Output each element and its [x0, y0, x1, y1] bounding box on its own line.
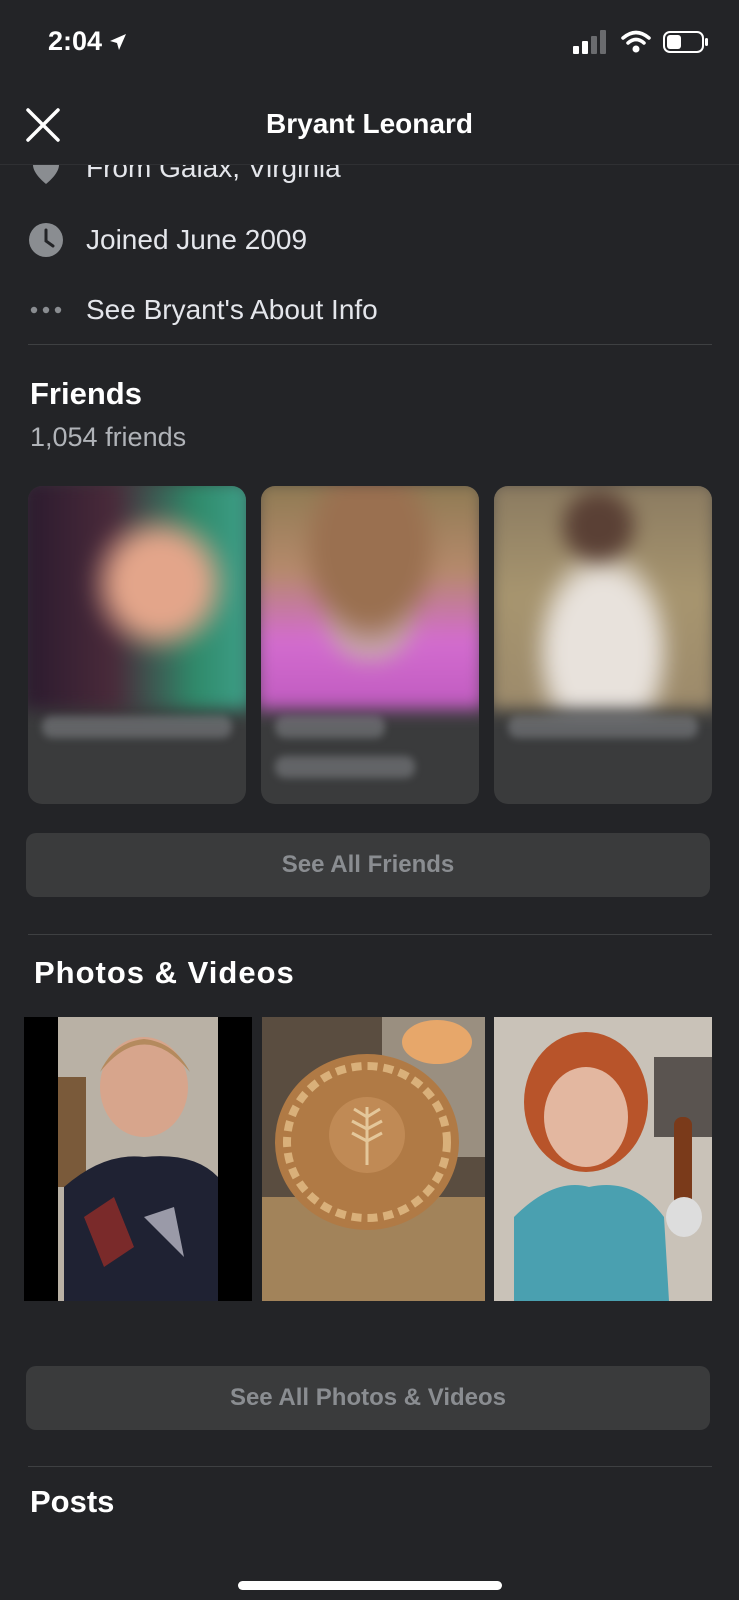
friend-card[interactable]: [28, 486, 246, 804]
clock-text: 2:04: [48, 26, 103, 56]
about-joined-row: Joined June 2009: [28, 220, 307, 260]
friend-card[interactable]: [494, 486, 712, 804]
status-icons: [573, 30, 709, 54]
page-title: Bryant Leonard: [266, 108, 473, 139]
posts-title: Posts: [30, 1484, 115, 1519]
battery-icon: [663, 31, 708, 53]
wifi-icon: [621, 30, 651, 53]
friends-count: 1,054 friends: [30, 422, 187, 452]
about-joined-text: Joined June 2009: [86, 224, 308, 255]
photo-thumbnail[interactable]: [494, 1017, 712, 1301]
friend-card[interactable]: [261, 486, 479, 804]
bread-photo: [262, 1017, 485, 1301]
friend-name-blurred: [508, 716, 698, 738]
divider: [28, 1466, 712, 1467]
friend-photo: [261, 486, 479, 710]
see-about-info-row[interactable]: See Bryant's About Info: [28, 290, 378, 330]
friend-name-blurred: [42, 716, 232, 738]
friends-title: Friends: [30, 376, 142, 411]
more-dots-icon: [28, 292, 64, 328]
friend-photo: [494, 486, 712, 710]
see-all-friends-button[interactable]: See All Friends: [26, 833, 710, 897]
signal-icon: [573, 30, 606, 54]
status-time: 2:04: [48, 26, 128, 57]
friend-name-blurred: [275, 716, 385, 738]
friend-photo: [28, 486, 246, 710]
friend-name-blurred: [275, 756, 415, 778]
clock-icon: [28, 222, 64, 258]
photo-thumbnail[interactable]: [262, 1017, 485, 1301]
see-all-photos-button[interactable]: See All Photos & Videos: [26, 1366, 710, 1430]
home-indicator[interactable]: [238, 1581, 502, 1590]
divider: [28, 344, 712, 345]
divider: [28, 934, 712, 935]
woman-photo: [494, 1017, 712, 1301]
photo-thumbnail[interactable]: [24, 1017, 252, 1301]
photos-videos-title: Photos & Videos: [34, 955, 295, 990]
location-arrow-icon: [110, 33, 127, 50]
portrait-photo: [58, 1017, 218, 1301]
see-about-info-text[interactable]: See Bryant's About Info: [86, 294, 378, 326]
